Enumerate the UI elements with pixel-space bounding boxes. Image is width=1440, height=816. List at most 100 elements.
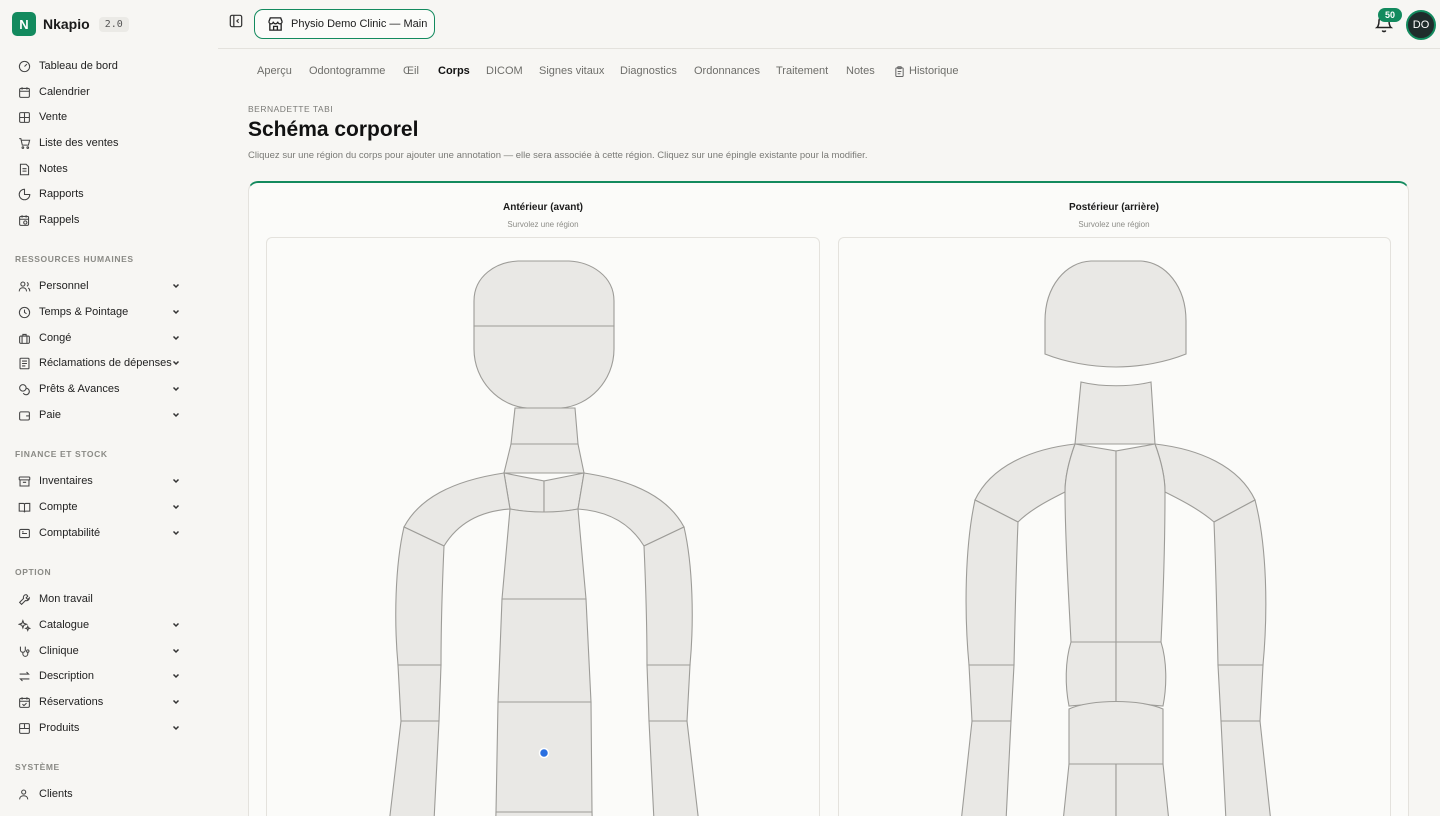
- region-forearm-back-right[interactable]: [959, 720, 1012, 816]
- region-forehead[interactable]: [473, 260, 615, 327]
- sidebar-item-label: Clients: [39, 788, 73, 800]
- tab-apercu[interactable]: Aperçu: [257, 64, 309, 78]
- region-head-back[interactable]: [1044, 260, 1187, 368]
- region-throat[interactable]: [503, 443, 585, 474]
- sidebar-item-temps-pointage[interactable]: Temps & Pointage: [0, 300, 218, 324]
- sidebar-item-rappels[interactable]: Rappels: [0, 208, 218, 232]
- arrows-icon: [17, 669, 31, 683]
- anterior-diagram: [266, 237, 820, 816]
- sidebar-item-label: Catalogue: [39, 619, 90, 631]
- sidebar-item-rapports[interactable]: Rapports: [0, 182, 218, 206]
- region-upper-arm-right[interactable]: [395, 526, 445, 666]
- tab-notes[interactable]: Notes: [846, 64, 894, 78]
- clock-icon: [17, 305, 31, 319]
- region-forearm-left[interactable]: [648, 720, 701, 816]
- tab-traitement[interactable]: Traitement: [776, 64, 846, 78]
- sidebar-item-catalogue[interactable]: Catalogue: [0, 613, 218, 637]
- sidebar-item-comptabilite[interactable]: Comptabilité: [0, 521, 218, 545]
- annotation-pin[interactable]: [538, 747, 550, 759]
- region-upper-abdomen[interactable]: [497, 598, 592, 703]
- sidebar-item-clients[interactable]: Clients: [0, 782, 218, 806]
- chevron-down-icon: [172, 360, 180, 366]
- region-face[interactable]: [473, 325, 615, 409]
- region-elbow-left[interactable]: [646, 664, 691, 722]
- sidebar-item-notes[interactable]: Notes: [0, 157, 218, 181]
- region-upper-arm-left[interactable]: [643, 526, 693, 666]
- sidebar-item-prets-avances[interactable]: Prêts & Avances: [0, 377, 218, 401]
- brand-name: Nkapio: [43, 16, 90, 32]
- sidebar-item-personnel[interactable]: Personnel: [0, 274, 218, 298]
- region-elbow-back-left[interactable]: [1217, 664, 1264, 722]
- tab-diagnostics[interactable]: Diagnostics: [620, 64, 694, 78]
- region-upper-arm-back-right[interactable]: [965, 499, 1019, 666]
- region-elbow-right[interactable]: [397, 664, 442, 722]
- sidebar-item-reservations[interactable]: Réservations: [0, 690, 218, 714]
- tab-corps[interactable]: Corps: [438, 64, 486, 78]
- region-pelvis[interactable]: [495, 811, 593, 816]
- sidebar-item-label: Temps & Pointage: [39, 306, 129, 318]
- patient-name: BERNADETTE TABI: [248, 104, 334, 114]
- region-thigh-back-right[interactable]: [1061, 763, 1117, 816]
- region-lower-back-left[interactable]: [1115, 641, 1167, 707]
- calendar-check-icon: [17, 695, 31, 709]
- dashboard-icon: [17, 59, 31, 73]
- sidebar-item-vente[interactable]: Vente: [0, 105, 218, 129]
- region-upper-arm-back-left[interactable]: [1213, 499, 1267, 666]
- tab-odontogramme[interactable]: Odontogramme: [309, 64, 403, 78]
- chevron-down-icon: [172, 335, 180, 341]
- sidebar-toggle-icon[interactable]: [229, 14, 243, 28]
- region-chest[interactable]: [501, 508, 587, 600]
- brand[interactable]: N Nkapio 2.0: [12, 12, 129, 36]
- section-label-systeme: SYSTÈME: [15, 762, 60, 772]
- sidebar-item-mon-travail[interactable]: Mon travail: [0, 587, 218, 611]
- avatar[interactable]: DO: [1406, 10, 1436, 40]
- sidebar-item-label: Personnel: [39, 280, 89, 292]
- chevron-down-icon: [172, 412, 180, 418]
- posterior-diagram: [838, 237, 1391, 816]
- sidebar-item-description[interactable]: Description: [0, 664, 218, 688]
- sidebar-item-label: Vente: [39, 111, 68, 123]
- sidebar-item-conge[interactable]: Congé: [0, 326, 218, 350]
- sidebar-item-reclamations-depenses[interactable]: Réclamations de dépenses: [0, 351, 218, 375]
- suitcase-icon: [17, 331, 31, 345]
- sidebar-item-tableau-de-bord[interactable]: Tableau de bord: [0, 54, 218, 78]
- users-icon: [17, 279, 31, 293]
- store-icon: [268, 17, 283, 31]
- region-forearm-right[interactable]: [387, 720, 440, 816]
- sidebar-item-label: Compte: [39, 501, 78, 513]
- tab-dicom[interactable]: DICOM: [486, 64, 539, 78]
- region-thigh-back-left[interactable]: [1115, 763, 1171, 816]
- sidebar-item-label: Inventaires: [39, 475, 93, 487]
- region-elbow-back-right[interactable]: [968, 664, 1015, 722]
- region-neck-back[interactable]: [1074, 381, 1156, 445]
- region-sacrum[interactable]: [1068, 700, 1164, 765]
- calendar-icon: [17, 85, 31, 99]
- sidebar-item-calendrier[interactable]: Calendrier: [0, 80, 218, 104]
- sidebar-item-produits[interactable]: Produits: [0, 716, 218, 740]
- notification-badge: 50: [1378, 8, 1402, 22]
- version-badge: 2.0: [98, 16, 129, 32]
- chevron-down-icon: [172, 725, 180, 731]
- pie-chart-icon: [17, 187, 31, 201]
- sidebar-item-compte[interactable]: Compte: [0, 495, 218, 519]
- region-upper-back-right[interactable]: [1064, 443, 1117, 643]
- region-forearm-back-left[interactable]: [1220, 720, 1273, 816]
- sidebar-item-inventaires[interactable]: Inventaires: [0, 469, 218, 493]
- tab-historique[interactable]: Historique: [894, 64, 974, 78]
- chevron-down-icon: [172, 478, 180, 484]
- region-neck-front[interactable]: [510, 407, 579, 445]
- region-upper-back-left[interactable]: [1115, 443, 1166, 643]
- sidebar-item-paie[interactable]: Paie: [0, 403, 218, 427]
- sidebar-item-liste-des-ventes[interactable]: Liste des ventes: [0, 131, 218, 155]
- tab-oeil[interactable]: Œil: [403, 64, 438, 78]
- tab-ordonnances[interactable]: Ordonnances: [694, 64, 776, 78]
- clinic-switcher[interactable]: Physio Demo Clinic — Main: [254, 9, 435, 39]
- tab-signes-vitaux[interactable]: Signes vitaux: [539, 64, 620, 78]
- sidebar-item-label: Prêts & Avances: [39, 383, 120, 395]
- region-lower-back-right[interactable]: [1065, 641, 1117, 707]
- sidebar-item-label: Tableau de bord: [39, 60, 118, 72]
- chevron-down-icon: [172, 309, 180, 315]
- sidebar-item-clinique[interactable]: Clinique: [0, 639, 218, 663]
- posterior-view-title: Postérieur (arrière): [1068, 202, 1160, 213]
- page-subtitle: Cliquez sur une région du corps pour ajo…: [248, 150, 868, 161]
